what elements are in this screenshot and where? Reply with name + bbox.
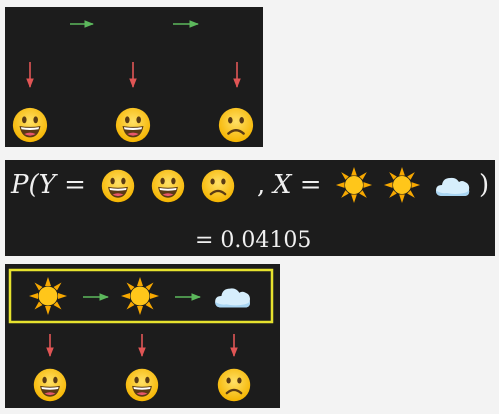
x-label: X = [271,170,322,200]
sun-icon [121,277,159,315]
bottom-diagram-panel [5,264,280,408]
cloud-icon [436,177,470,196]
sad-face-icon [216,367,252,403]
happy-face-icon [33,368,67,402]
sun-icon [383,166,421,204]
happy-face-icon [125,368,159,402]
probability-panel: P(Y = , X = ) = 0.04105 [5,160,495,256]
sad-face-icon [200,168,236,204]
sad-face-icon [217,106,255,144]
separator: , [257,170,265,200]
cloud-icon [215,288,250,308]
probability-result: = 0.04105 [195,228,311,253]
happy-face-icon [151,169,185,203]
top-diagram [12,20,255,144]
happy-face-icon [115,107,151,143]
close-paren: ) [479,170,489,200]
happy-face-icon [101,169,135,203]
sun-icon [335,166,373,204]
top-diagram-panel [5,7,263,147]
probability-equation: P(Y = , X = ) = 0.04105 [10,166,489,253]
prob-prefix: P(Y = [10,170,86,200]
bottom-diagram [8,268,274,403]
sun-icon [29,277,67,315]
happy-face-icon [12,107,48,143]
